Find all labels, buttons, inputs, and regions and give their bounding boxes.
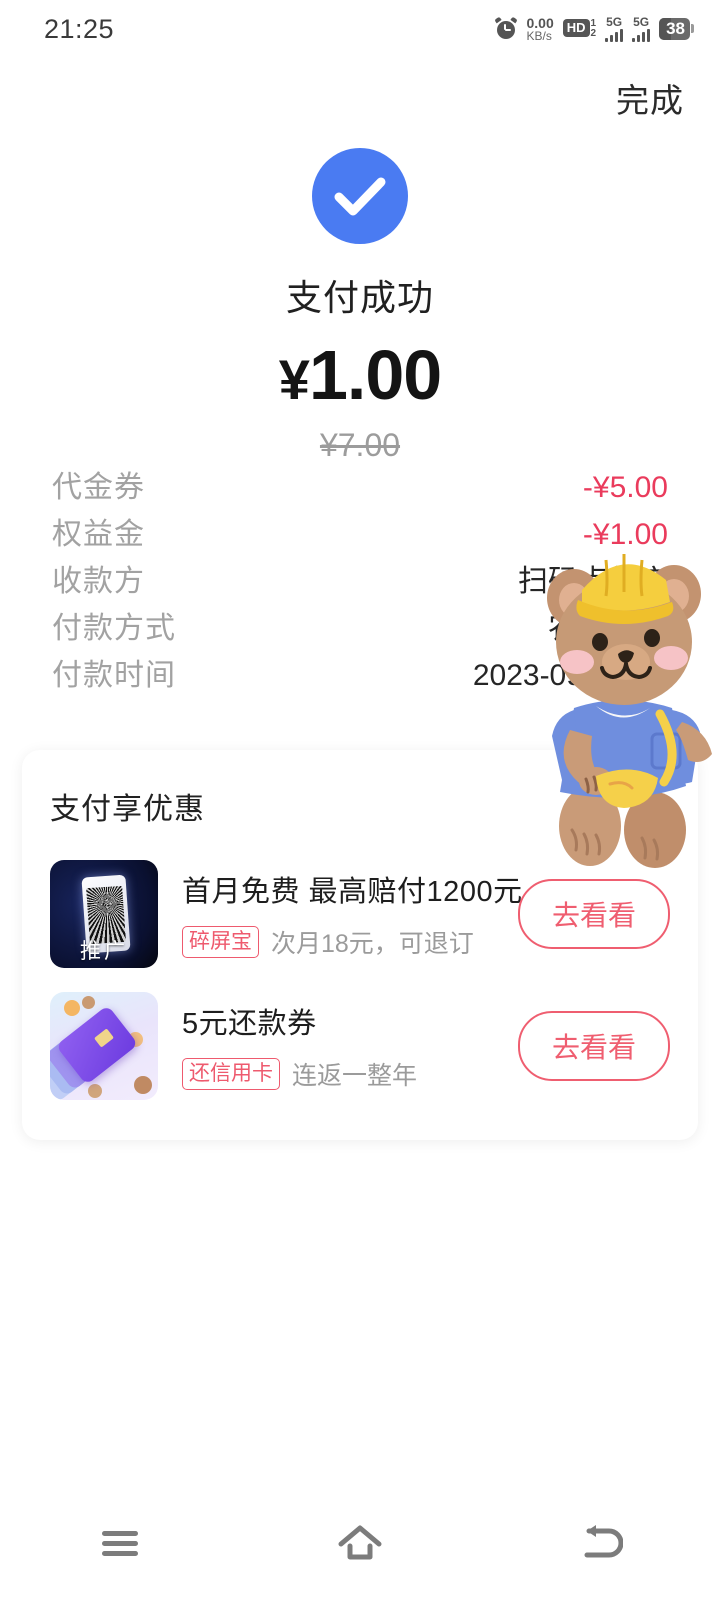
paid-amount-value: 1.00 — [308, 336, 442, 414]
promo-subline: 碎屏宝 次月18元，可退订 — [182, 924, 518, 960]
network-speed-value: 0.00 — [526, 15, 554, 31]
home-icon — [336, 1523, 384, 1568]
detail-value: 2023-09-06 21 — [472, 659, 668, 692]
signal-sim1-icon: 5G — [605, 15, 624, 42]
detail-row-benefit: 权益金 -¥1.00 — [52, 509, 668, 556]
promo-headline: 5元还款券 — [182, 1008, 317, 1040]
hd-label: HD — [562, 19, 590, 38]
detail-row-payee: 收款方 扫码点单店 — [52, 556, 668, 603]
promo-description: 连返一整年 — [292, 1062, 418, 1090]
credit-card-stack-image — [50, 992, 158, 1100]
recents-icon — [98, 1526, 142, 1565]
detail-row-voucher: 代金券 -¥5.00 — [52, 462, 668, 509]
detail-label: 付款方式 — [52, 612, 176, 645]
page-title: 支付成功 — [285, 277, 434, 318]
detail-label: 收款方 — [52, 565, 145, 598]
signal-sim2-icon: 5G — [632, 15, 651, 42]
hd-sub: 2 — [590, 28, 597, 39]
payment-success-screen: 21:25 0.00 KB/s HD 1 2 5G 5G 38 完成 支付成功 … — [0, 0, 720, 1600]
alarm-clock-icon — [494, 16, 519, 40]
network-speed-indicator: 0.00 KB/s — [526, 16, 553, 42]
promo-description: 次月18元，可退订 — [271, 930, 474, 958]
payment-result-block: 支付成功 ¥1.00 ¥7.00 — [0, 148, 720, 464]
promo-item-text: 5元还款券 还信用卡 连返一整年 — [158, 1000, 518, 1092]
promo-headline: 首月免费 最高赔付1200元 — [182, 876, 523, 908]
sim1-network-label: 5G — [606, 15, 623, 29]
done-button[interactable]: 完成 — [616, 74, 684, 122]
check-circle-icon — [312, 148, 408, 244]
status-bar: 21:25 0.00 KB/s HD 1 2 5G 5G 38 — [0, 0, 720, 58]
paid-amount: ¥1.00 — [0, 335, 720, 415]
detail-value: 扫码点单店 — [518, 565, 668, 598]
detail-row-payment-time: 付款时间 2023-09-06 21 — [52, 650, 668, 697]
system-navigation-bar — [0, 1490, 720, 1600]
network-speed-unit: KB/s — [526, 29, 552, 43]
promotions-card: 支付享优惠 推广 首月免费 最高赔付1200元 碎屏宝 次月18元，可退订 去看… — [22, 750, 698, 1140]
promo-cta-button[interactable]: 去看看 — [517, 1011, 670, 1081]
promo-item-text: 首月免费 最高赔付1200元 碎屏宝 次月18元，可退订 — [158, 868, 523, 960]
promo-ad-label: 推广 — [80, 939, 128, 963]
promo-badge: 碎屏宝 — [182, 925, 259, 959]
recents-button[interactable] — [60, 1505, 180, 1585]
sim2-network-label: 5G — [633, 15, 650, 29]
broken-phone-screen-image: 推广 — [50, 860, 158, 968]
promo-item-screen-insurance[interactable]: 推广 首月免费 最高赔付1200元 碎屏宝 次月18元，可退订 去看看 — [50, 848, 670, 980]
status-bar-clock: 21:25 — [44, 13, 115, 44]
hd-voice-icon: HD 1 2 — [562, 19, 597, 39]
battery-icon: 38 — [659, 17, 694, 41]
detail-value: 农业银行 — [548, 612, 668, 645]
promo-subline: 还信用卡 连返一整年 — [182, 1056, 518, 1092]
promo-badge: 还信用卡 — [182, 1057, 280, 1091]
currency-symbol: ¥ — [278, 348, 310, 411]
back-icon — [577, 1523, 624, 1568]
promo-item-repayment-coupon[interactable]: 5元还款券 还信用卡 连返一整年 去看看 — [50, 980, 670, 1112]
promo-cta-button[interactable]: 去看看 — [517, 879, 670, 949]
detail-row-payment-method: 付款方式 农业银行 — [52, 603, 668, 650]
original-amount: ¥7.00 — [319, 427, 401, 463]
status-bar-icons: 0.00 KB/s HD 1 2 5G 5G 38 — [494, 15, 694, 42]
promotions-title: 支付享优惠 — [50, 793, 205, 826]
battery-level: 38 — [666, 18, 685, 38]
detail-label: 权益金 — [52, 518, 145, 551]
detail-value: -¥5.00 — [582, 471, 668, 504]
detail-label: 代金券 — [52, 471, 145, 504]
back-button[interactable] — [540, 1505, 660, 1585]
home-button[interactable] — [300, 1505, 420, 1585]
top-bar: 完成 — [0, 58, 720, 138]
detail-value: -¥1.00 — [582, 518, 668, 551]
transaction-details: 代金券 -¥5.00 权益金 -¥1.00 收款方 扫码点单店 付款方式 农业银… — [0, 462, 720, 697]
detail-label: 付款时间 — [52, 659, 176, 692]
